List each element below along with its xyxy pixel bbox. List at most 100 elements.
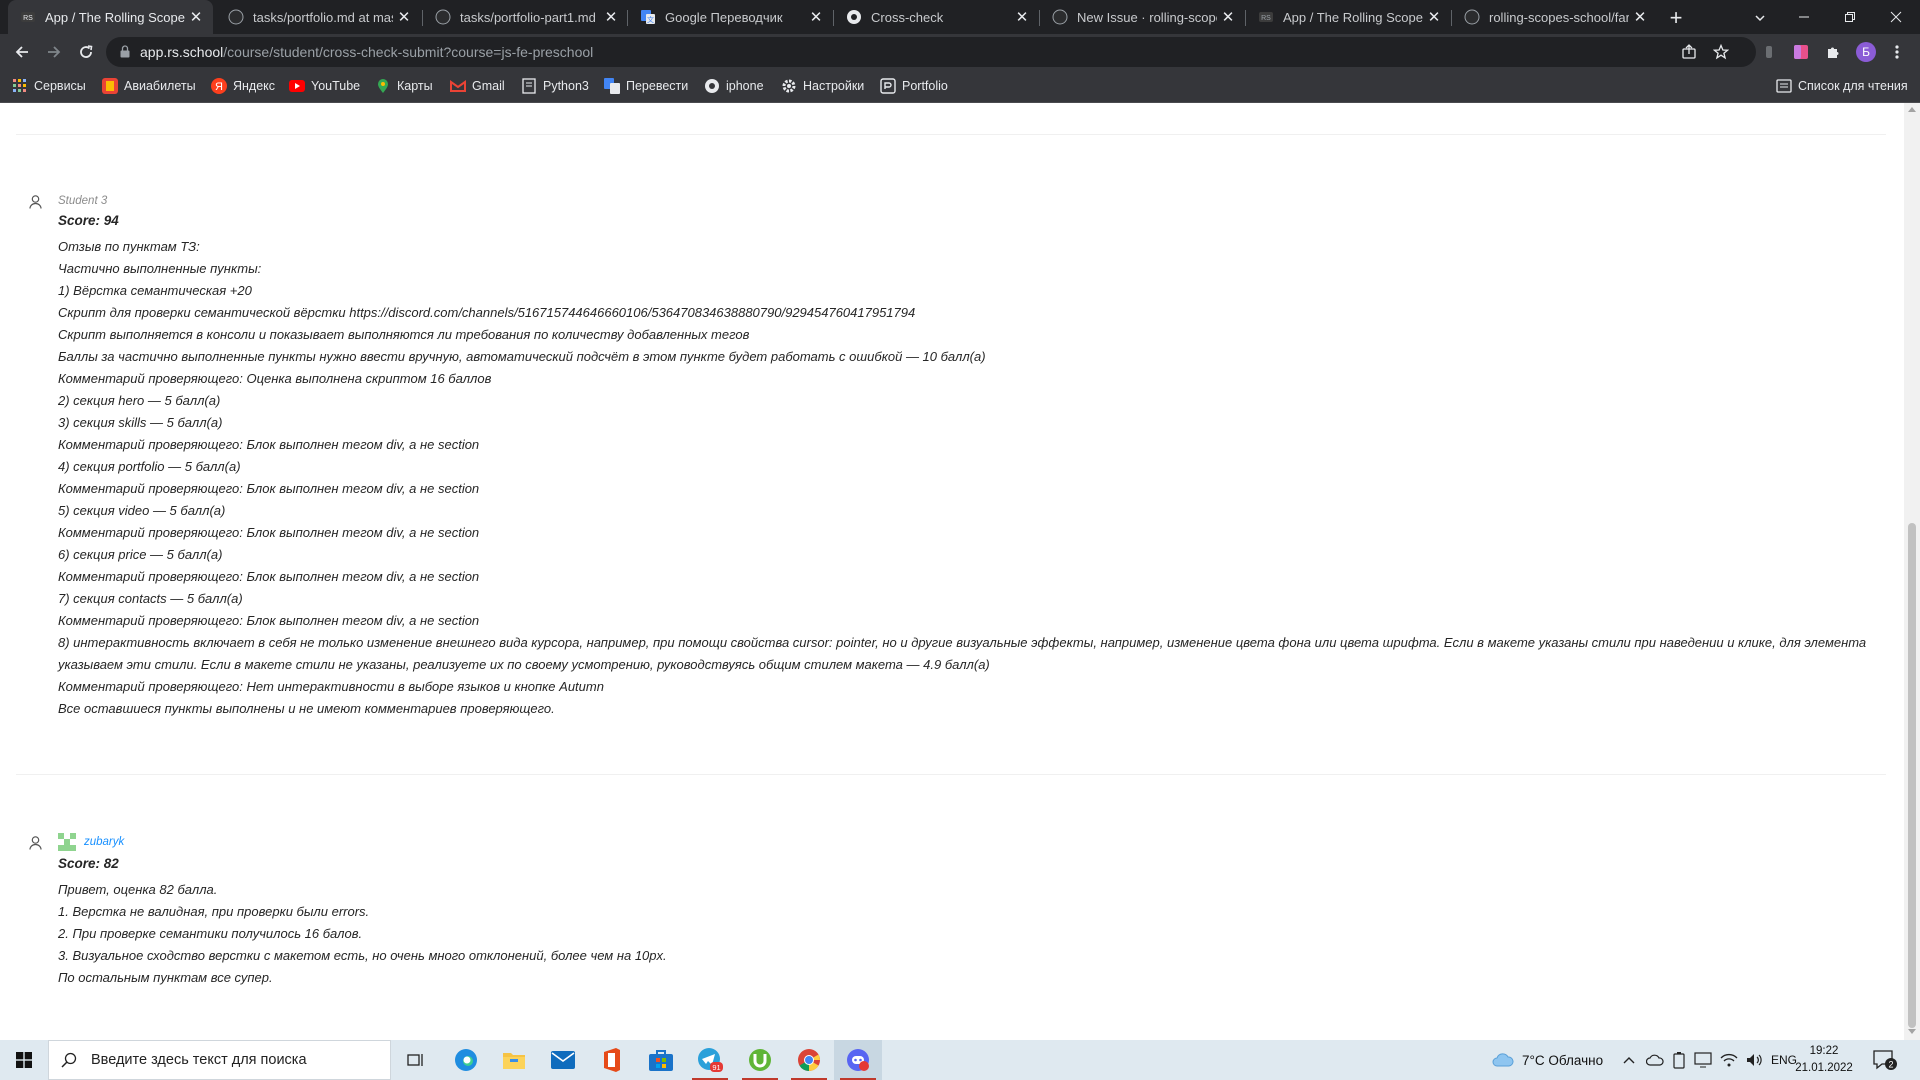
battery-icon[interactable]: [1672, 1040, 1686, 1080]
page-scrollbar[interactable]: [1904, 103, 1920, 1040]
wifi-icon[interactable]: [1720, 1040, 1738, 1080]
comment-line: Комментарий проверяющего: Блок выполнен …: [58, 481, 480, 496]
new-tab-button[interactable]: +: [1663, 5, 1689, 31]
file-explorer-icon[interactable]: [490, 1040, 538, 1080]
forward-icon[interactable]: [40, 38, 68, 66]
bookmark-services[interactable]: Сервисы: [12, 76, 86, 96]
share-icon[interactable]: [1678, 41, 1700, 63]
bookmark-gmail[interactable]: Gmail: [450, 76, 505, 96]
divider: [16, 134, 1886, 135]
extension-pink-icon[interactable]: [1790, 41, 1812, 63]
office-icon[interactable]: [588, 1040, 636, 1080]
comment-line: По остальным пунктам все супер.: [58, 970, 273, 985]
close-icon[interactable]: ✕: [185, 8, 207, 26]
close-icon[interactable]: ✕: [1217, 8, 1239, 26]
tab-new-issue[interactable]: New Issue · rolling-scopes ✕: [1040, 0, 1245, 34]
back-icon[interactable]: [8, 38, 36, 66]
comment-line: 2. При проверке семантики получилось 16 …: [58, 926, 363, 941]
extensions-puzzle-icon[interactable]: [1822, 41, 1844, 63]
tab-cross-check[interactable]: Cross-check ✕: [834, 0, 1039, 34]
tab-rolling-scopes-repo[interactable]: rolling-scopes-school/fara ✕: [1452, 0, 1657, 34]
chrome-icon[interactable]: [785, 1040, 833, 1080]
store-icon[interactable]: [637, 1040, 685, 1080]
tab-search-chevron-icon[interactable]: [1747, 5, 1773, 31]
comment-line: 8) интерактивность включает в себя не то…: [58, 635, 1867, 672]
window-close-icon[interactable]: [1873, 0, 1919, 34]
profile-avatar[interactable]: Б: [1856, 42, 1876, 62]
close-icon[interactable]: ✕: [1423, 8, 1445, 26]
bookmark-yandex[interactable]: Я Яндекс: [211, 76, 275, 96]
scroll-up-icon[interactable]: [1908, 107, 1916, 112]
reload-icon[interactable]: [72, 38, 100, 66]
tab-rs-app[interactable]: RS App / The Rolling Scopes S ✕: [8, 0, 213, 34]
tab-google-translate[interactable]: 文 Google Переводчик ✕: [628, 0, 833, 34]
comment-line: 5) секция video — 5 балл(а): [58, 503, 226, 518]
review-header: Student 3: [58, 193, 107, 209]
scrollbar-thumb[interactable]: [1908, 523, 1916, 1028]
clock-date: 21.01.2022: [1795, 1062, 1853, 1074]
bookmark-translate[interactable]: Перевести: [604, 76, 688, 96]
bookmark-youtube[interactable]: YouTube: [289, 76, 360, 96]
cloud-icon: [1492, 1053, 1514, 1067]
bookmark-python3[interactable]: Python3: [521, 76, 589, 96]
telegram-icon[interactable]: 91: [686, 1040, 734, 1080]
python-doc-icon: [521, 78, 537, 94]
tab-rs-app-2[interactable]: RS App / The Rolling Scopes S ✕: [1246, 0, 1451, 34]
gear-icon: [781, 78, 797, 94]
portfolio-icon: [880, 78, 896, 94]
close-icon[interactable]: ✕: [1629, 8, 1651, 26]
bookmark-aviatickets[interactable]: Авиабилеты: [102, 76, 196, 96]
yandex-icon: Я: [211, 78, 227, 94]
comment-line: 4) секция portfolio — 5 балл(а): [58, 459, 241, 474]
review-author-link[interactable]: zubaryk: [84, 836, 124, 848]
minimize-icon[interactable]: [1781, 0, 1827, 34]
utorrent-icon[interactable]: [736, 1040, 784, 1080]
extension-gray-icon[interactable]: [1758, 41, 1780, 63]
clock[interactable]: 19:22 21.01.2022: [1794, 1043, 1854, 1077]
tray-chevron-icon[interactable]: [1623, 1040, 1635, 1080]
tab-portfolio-part1[interactable]: tasks/portfolio-part1.md a ✕: [423, 0, 628, 34]
tab-portfolio-md[interactable]: tasks/portfolio.md at mast ✕: [216, 0, 421, 34]
bookmark-label: Gmail: [472, 79, 505, 93]
discord-icon[interactable]: [834, 1040, 882, 1080]
url-text: app.rs.school/course/student/cross-check…: [140, 44, 593, 60]
scroll-down-icon[interactable]: [1908, 1029, 1916, 1034]
url-path: /course/student/cross-check-submit?cours…: [223, 44, 594, 60]
bookmark-label: Авиабилеты: [124, 79, 196, 93]
comment-line: Отзыв по пунктам ТЗ:: [58, 239, 200, 254]
github-icon: [228, 9, 244, 25]
close-icon[interactable]: ✕: [805, 8, 827, 26]
comment-line: 2) секция hero — 5 балл(а): [58, 393, 221, 408]
close-icon[interactable]: ✕: [600, 8, 622, 26]
bookmark-settings[interactable]: Настройки: [781, 76, 864, 96]
mail-icon[interactable]: [539, 1040, 587, 1080]
reading-list[interactable]: Список для чтения: [1776, 76, 1908, 96]
tab-title: rolling-scopes-school/fara: [1489, 9, 1629, 25]
comment-line: Скрипт для проверки семантической вёрстк…: [58, 305, 916, 320]
divider: [16, 774, 1886, 775]
edge-icon[interactable]: [442, 1040, 490, 1080]
bookmark-maps[interactable]: Карты: [375, 76, 433, 96]
restore-icon[interactable]: [1827, 0, 1873, 34]
reading-list-icon: [1776, 78, 1792, 94]
bookmark-portfolio[interactable]: Portfolio: [880, 76, 948, 96]
close-icon[interactable]: ✕: [1011, 8, 1033, 26]
weather-widget[interactable]: 7°C Облачно: [1492, 1040, 1603, 1080]
user-icon: [29, 836, 42, 853]
svg-text:Я: Я: [215, 81, 223, 93]
onedrive-icon[interactable]: [1646, 1040, 1664, 1080]
star-icon[interactable]: [1710, 41, 1732, 63]
task-view-icon[interactable]: [392, 1040, 440, 1080]
windows-start-icon[interactable]: [0, 1040, 48, 1080]
bookmark-label: Настройки: [803, 79, 865, 93]
address-bar[interactable]: app.rs.school/course/student/cross-check…: [106, 37, 1756, 67]
display-icon[interactable]: [1694, 1040, 1712, 1080]
bookmark-label: Portfolio: [902, 79, 948, 93]
globe-icon: [704, 78, 720, 94]
bookmark-iphone[interactable]: iphone: [704, 76, 764, 96]
volume-icon[interactable]: [1746, 1040, 1764, 1080]
close-icon[interactable]: ✕: [393, 8, 415, 26]
notifications-icon[interactable]: 2: [1872, 1048, 1898, 1072]
menu-kebab-icon[interactable]: [1886, 41, 1908, 63]
taskbar-search-box[interactable]: Введите здесь текст для поиска: [48, 1040, 391, 1080]
